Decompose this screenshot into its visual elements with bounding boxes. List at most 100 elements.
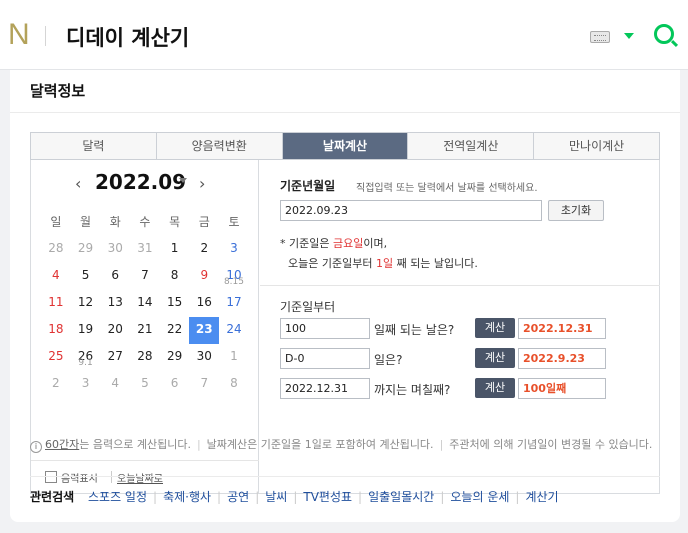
calendar-day[interactable]: 29	[71, 236, 101, 263]
tab-age-calc[interactable]: 만나이계산	[534, 133, 659, 159]
base-date-input[interactable]: 2022.09.23	[280, 200, 542, 221]
calendar-day[interactable]: 7	[189, 371, 219, 398]
days-after-label: 일째 되는 날은?	[374, 323, 455, 337]
calendar-week: 28 29 30 31 1 2 3	[41, 236, 249, 263]
calendar-day[interactable]: 3	[219, 236, 249, 263]
calendar-day[interactable]: 25	[41, 344, 71, 371]
calendar-day[interactable]: 20	[100, 317, 130, 344]
naver-logo[interactable]: N	[8, 18, 30, 52]
calc-button-1[interactable]: 계산	[475, 318, 515, 338]
calendar-day[interactable]: 2	[189, 236, 219, 263]
calendar-grid: 일 월 화 수 목 금 토 28 29 30 31 1 2 3 4 5 6 7 8 9 10 8.15 11 12 13 14 15…	[41, 210, 249, 398]
lunar-checkbox-label[interactable]: 음력표시	[61, 470, 98, 485]
related-link[interactable]: 공연	[227, 490, 249, 504]
calendar-day[interactable]: 4	[41, 263, 71, 290]
calendar-day[interactable]: 24	[219, 317, 249, 344]
calendar-day[interactable]: 28	[41, 236, 71, 263]
calendar-week: 18 19 20 21 22 23 24	[41, 317, 249, 344]
calendar-day[interactable]: 31	[130, 236, 160, 263]
base-date-hint: 직접입력 또는 달력에서 날짜를 선택하세요.	[356, 183, 538, 194]
calendar-day[interactable]: 5	[130, 371, 160, 398]
calendar-day[interactable]: 21	[130, 317, 160, 344]
calendar-day[interactable]: 13	[100, 290, 130, 317]
keyboard-icon[interactable]	[590, 31, 610, 43]
related-link[interactable]: 일출일몰시간	[368, 490, 434, 504]
calendar-day[interactable]: 6	[100, 263, 130, 290]
lunar-checkbox[interactable]	[45, 471, 57, 483]
calendar-month[interactable]: 2022.09	[95, 170, 186, 194]
reset-button[interactable]: 초기화	[548, 200, 604, 221]
weekday-header: 수	[139, 215, 151, 229]
calendar-day[interactable]: 26 9.1	[71, 344, 101, 371]
related-link[interactable]: 축제·행사	[163, 490, 211, 504]
divider	[10, 112, 680, 113]
calendar-day[interactable]: 6	[160, 371, 190, 398]
calendar-day[interactable]: 10 8.15	[219, 263, 249, 290]
calendar-day[interactable]: 16	[189, 290, 219, 317]
chevron-down-icon[interactable]	[624, 33, 634, 39]
calendar-week: 25 26 9.1 27 28 29 30 1	[41, 344, 249, 371]
result-2: 2022.9.23	[518, 348, 606, 369]
related-link[interactable]: 날씨	[265, 490, 287, 504]
calendar-day[interactable]: 7	[130, 263, 160, 290]
calc-button-3[interactable]: 계산	[475, 378, 515, 398]
search-header: N 디데이 계산기	[0, 0, 688, 70]
tab-calendar[interactable]: 달력	[31, 133, 157, 159]
related-searches: 관련검색 스포즈 일정 | 축제·행사 | 공연 | 날씨 | TV편성표 | 일출일몰시간 | 오늘의…	[30, 490, 559, 504]
lunar-date: 8.15	[223, 277, 244, 287]
calendar-day[interactable]: 8	[160, 263, 190, 290]
calendar-day[interactable]: 3	[71, 371, 101, 398]
notice-text: i 60간자는 음력으로 계산됩니다. | 날짜계산은 기준일을 1일로 포함하여 계…	[30, 436, 660, 454]
tab-discharge-calc[interactable]: 전역일계산	[408, 133, 535, 159]
calendar-week: 4 5 6 7 8 9 10 8.15	[41, 263, 249, 290]
related-link[interactable]: 계산기	[525, 490, 558, 504]
calendar-day[interactable]: 5	[71, 263, 101, 290]
calendar-day[interactable]: 12	[71, 290, 101, 317]
prev-month-button[interactable]: ‹	[75, 174, 81, 193]
days-after-input[interactable]: 100	[280, 318, 370, 339]
tab-date-calc[interactable]: 날짜계산	[282, 133, 409, 159]
calendar-day[interactable]: 22	[160, 317, 190, 344]
calc-button-2[interactable]: 계산	[475, 348, 515, 368]
calendar-week: 11 12 13 14 15 16 17	[41, 290, 249, 317]
calendar-day[interactable]: 28	[130, 344, 160, 371]
calendar-day[interactable]: 17	[219, 290, 249, 317]
calendar-day[interactable]: 9	[189, 263, 219, 290]
month-dropdown-icon[interactable]	[179, 178, 187, 183]
calendar-day[interactable]: 30	[189, 344, 219, 371]
related-link[interactable]: 오늘의 운세	[450, 490, 509, 504]
result-1: 2022.12.31	[518, 318, 606, 339]
calendar-day[interactable]: 1	[219, 344, 249, 371]
search-query-text[interactable]: 디데이 계산기	[66, 22, 189, 52]
until-date-input[interactable]: 2022.12.31	[280, 378, 370, 399]
until-date-label: 까지는 며칠째?	[374, 383, 451, 397]
dday-input[interactable]: D-0	[280, 348, 370, 369]
calendar-day[interactable]: 18	[41, 317, 71, 344]
weekday-header: 일	[50, 215, 62, 229]
calendar-week: 2345678	[41, 371, 249, 398]
calendar-day[interactable]: 19	[71, 317, 101, 344]
calendar-day[interactable]: 30	[100, 236, 130, 263]
calendar-day[interactable]: 27	[100, 344, 130, 371]
divider	[30, 476, 660, 477]
weekday-header: 토	[228, 215, 240, 229]
calendar-day[interactable]: 8	[219, 371, 249, 398]
next-month-button[interactable]: ›	[199, 174, 205, 193]
calendar-day[interactable]: 1	[160, 236, 190, 263]
today-link[interactable]: 오늘날짜로	[117, 470, 163, 485]
from-base-label: 기준일부터	[280, 300, 336, 314]
divider	[111, 471, 112, 483]
tab-lunar-convert[interactable]: 양음력변환	[157, 133, 283, 159]
calendar-day[interactable]: 11	[41, 290, 71, 317]
weekday-header: 금	[198, 215, 210, 229]
calendar-day[interactable]: 29	[160, 344, 190, 371]
calendar-day[interactable]: 23	[189, 317, 220, 344]
sexagenary-link[interactable]: 60간자	[45, 438, 79, 451]
related-link[interactable]: TV편성표	[303, 490, 352, 504]
calendar-day[interactable]: 15	[160, 290, 190, 317]
search-icon[interactable]	[654, 24, 674, 44]
related-link[interactable]: 스포즈 일정	[88, 490, 147, 504]
calendar-day[interactable]: 14	[130, 290, 160, 317]
calendar-day[interactable]: 4	[100, 371, 130, 398]
calendar-day[interactable]: 2	[41, 371, 71, 398]
